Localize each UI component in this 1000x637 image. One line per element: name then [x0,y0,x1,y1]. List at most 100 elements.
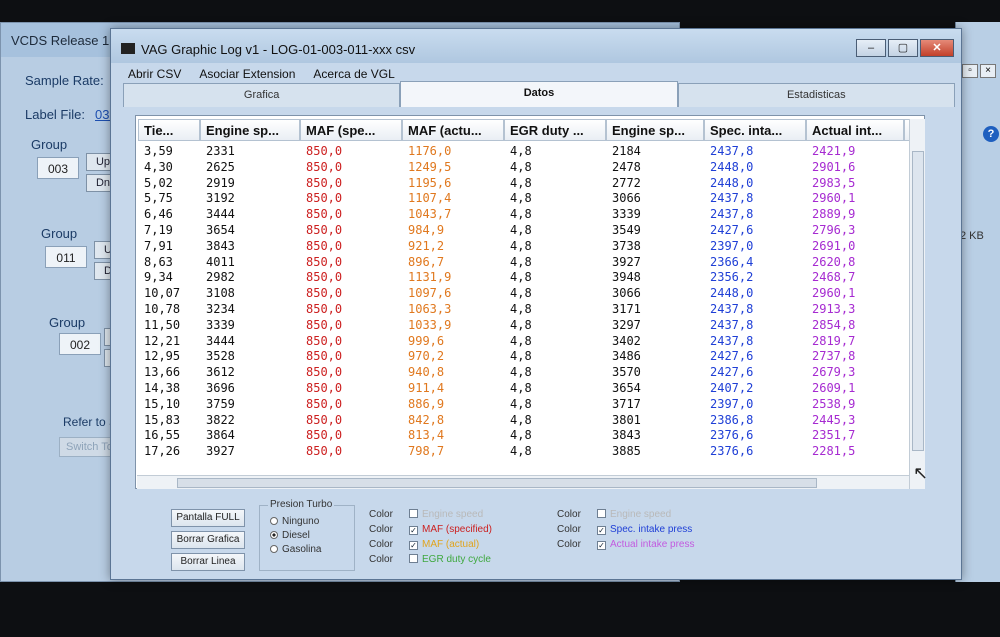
right-color-button[interactable]: Color [557,524,581,535]
table-row[interactable]: 11,503339850,01033,94,832972437,82854,89… [138,318,924,334]
right-series-checkbox[interactable]: ✓ Actual intake press [597,539,695,550]
tab-estadisticas[interactable]: Estadisticas [677,83,955,107]
radio-ninguno-label: Ninguno [282,516,320,527]
menu-abrir-csv[interactable]: Abrir CSV [119,65,190,85]
minimize-button[interactable]: – [856,39,886,57]
title-bar: VAG Graphic Log v1 - LOG-01-003-011-xxx … [111,29,961,63]
horizontal-scroll-thumb[interactable] [177,478,817,488]
table-cell: 2620,8 [812,254,856,269]
table-row[interactable]: 8,634011850,0896,74,839272366,42620,890 [138,254,924,271]
horizontal-scrollbar[interactable] [137,475,909,489]
table-row[interactable]: 17,263927850,0798,74,838852376,62281,576 [138,444,924,460]
maximize-button[interactable]: ▢ [888,39,918,57]
group-field-2[interactable]: 011 [45,246,87,268]
pantalla-full-button[interactable]: Pantalla FULL [171,509,245,527]
left-series-checkbox[interactable]: ✓ MAF (actual) [409,539,479,550]
table-cell: 2437,8 [710,301,754,316]
table-row[interactable]: 4,302625850,01249,54,824782448,02901,694 [138,159,924,176]
table-cell: 911,4 [408,380,445,395]
column-header[interactable]: Tie... [138,119,200,141]
table-cell: 2772 [612,175,641,190]
vertical-scroll-thumb[interactable] [912,151,924,451]
left-series-checkbox[interactable]: EGR duty cycle [409,554,491,565]
radio-gasolina-label: Gasolina [282,544,322,555]
table-cell: 10,07 [144,286,181,301]
table-row[interactable]: 6,463444850,01043,74,833392437,82889,994 [138,207,924,223]
menu-asociar-extension[interactable]: Asociar Extension [190,65,304,85]
table-cell: 2913,3 [812,301,856,316]
table-cell: 4,8 [510,428,532,443]
table-cell: 2351,7 [812,428,856,443]
radio-ninguno[interactable]: Ninguno [270,516,319,527]
table-cell: 7,19 [144,222,173,237]
table-cell: 850,0 [306,444,343,459]
table-cell: 2983,5 [812,175,856,190]
table-cell: 15,10 [144,396,181,411]
column-header[interactable]: MAF (actu... [402,119,504,141]
radio-dot-icon [270,545,278,553]
table-row[interactable]: 13,663612850,0940,84,835702427,62679,393 [138,365,924,381]
table-cell: 2625 [206,159,235,174]
table-cell: 896,7 [408,254,445,269]
right-series-checkbox[interactable]: Engine speed [597,509,671,520]
column-header[interactable]: Engine sp... [200,119,300,141]
column-header[interactable]: Actual int... [806,119,904,141]
group-field-3[interactable]: 002 [59,333,101,355]
left-color-button[interactable]: Color [369,539,393,550]
help-icon[interactable]: ? [983,126,999,142]
vertical-scrollbar[interactable] [909,119,925,489]
right-color-button[interactable]: Color [557,509,581,520]
borrar-linea-button[interactable]: Borrar Linea [171,553,245,571]
table-row[interactable]: 9,342982850,01131,94,839482356,22468,785 [138,270,924,286]
table-cell: 2437,8 [710,333,754,348]
presion-turbo-title: Presion Turbo [268,499,335,510]
left-series-checkbox[interactable]: ✓ MAF (specified) [409,524,492,535]
table-row[interactable]: 15,833822850,0842,84,838012386,82445,385 [138,413,924,429]
data-grid[interactable]: Tie... Engine sp... MAF (spe... MAF (actu..… [135,115,925,489]
table-cell: 8,63 [144,254,173,269]
radio-diesel[interactable]: Diesel [270,530,310,541]
column-header[interactable]: MAF (spe... [300,119,402,141]
right-series-checkbox[interactable]: ✓ Spec. intake press [597,524,692,535]
table-cell: 3885 [612,444,641,459]
table-row[interactable]: 10,783234850,01063,34,831712437,82913,39… [138,301,924,318]
restore-icon[interactable]: ▫ [962,64,978,78]
left-color-button[interactable]: Color [369,554,393,565]
table-cell: 921,2 [408,238,445,253]
table-cell: 940,8 [408,365,445,380]
left-color-button[interactable]: Color [369,524,393,535]
table-row[interactable]: 7,913843850,0921,24,837382397,02691,090 [138,238,924,255]
table-row[interactable]: 7,193654850,0984,94,835492427,62796,393 [138,222,924,239]
tab-datos[interactable]: Datos [400,81,678,107]
series-label: EGR duty cycle [422,554,491,565]
table-cell: 3759 [206,396,235,411]
table-row[interactable]: 10,073108850,01097,64,830662448,02960,19… [138,286,924,302]
table-row[interactable]: 12,953528850,0970,24,834862427,62737,893 [138,349,924,365]
table-row[interactable]: 12,213444850,0999,64,834022437,82819,794 [138,333,924,350]
table-row[interactable]: 5,753192850,01107,44,830662437,82960,191 [138,191,924,207]
table-cell: 3171 [612,301,641,316]
table-cell: 2407,2 [710,380,754,395]
close-icon[interactable]: × [980,64,996,78]
column-header[interactable]: Engine sp... [606,119,704,141]
menu-acerca-de-vgl[interactable]: Acerca de VGL [304,65,403,85]
table-cell: 2448,0 [710,159,754,174]
table-row[interactable]: 16,553864850,0813,44,838432376,62351,781 [138,428,924,444]
table-row[interactable]: 5,022919850,01195,64,827722448,02983,594 [138,175,924,192]
group-field-1[interactable]: 003 [37,157,79,179]
tab-grafica[interactable]: Grafica [123,83,401,107]
table-cell: 4,8 [510,144,532,158]
column-header[interactable]: Spec. inta... [704,119,806,141]
left-color-button[interactable]: Color [369,509,393,520]
column-header[interactable]: EGR duty ... [504,119,606,141]
table-row[interactable]: 15,103759850,0886,94,837172397,02538,990 [138,396,924,413]
borrar-grafica-button[interactable]: Borrar Grafica [171,531,245,549]
right-color-button[interactable]: Color [557,539,581,550]
table-row[interactable]: 14,383696850,0911,44,836542407,22609,192 [138,380,924,397]
radio-gasolina[interactable]: Gasolina [270,544,321,555]
close-button[interactable]: ✕ [920,39,954,57]
group-label-1: Group [31,137,68,152]
table-row[interactable]: 3,592331850,01176,04,821842437,82421,963 [138,144,924,160]
left-series-checkbox[interactable]: Engine speed [409,509,483,520]
radio-dot-selected-icon [270,531,278,539]
